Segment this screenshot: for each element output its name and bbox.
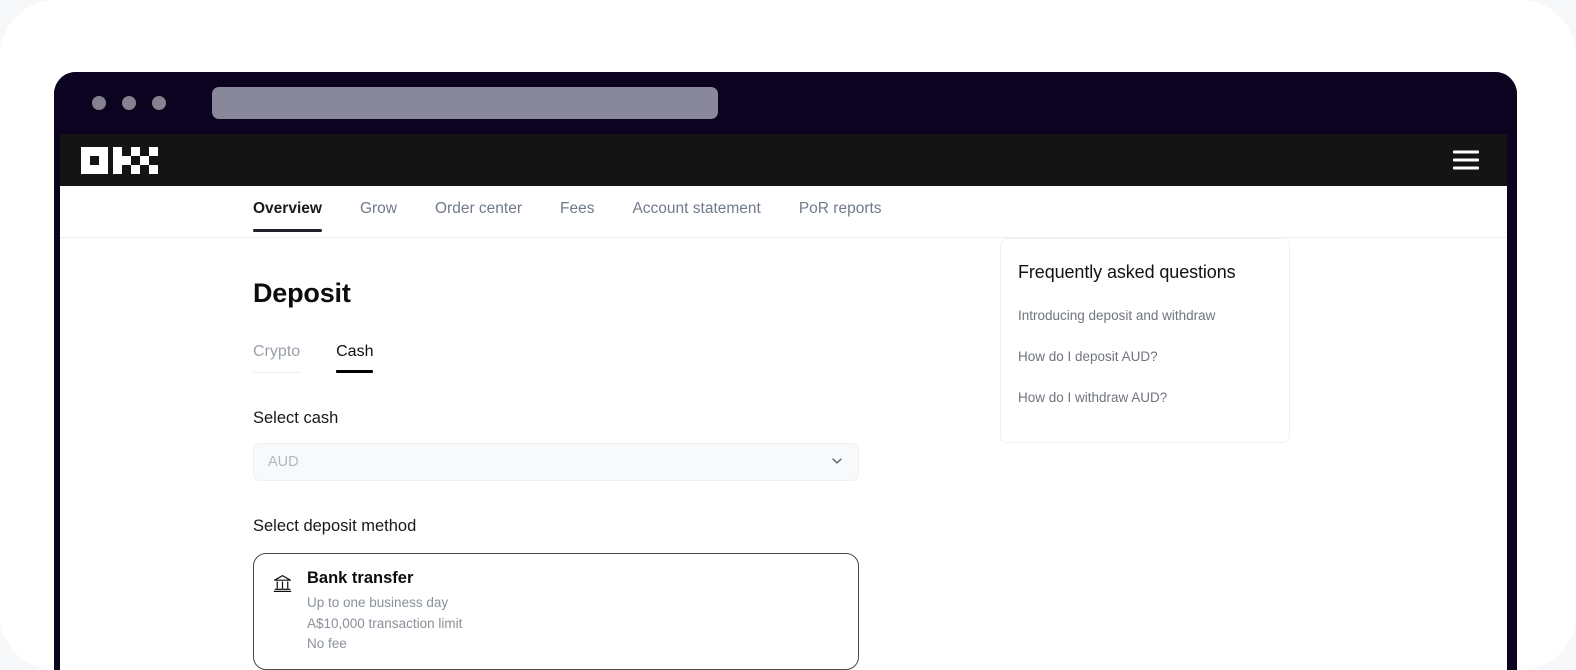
tab-crypto-label: Crypto xyxy=(253,343,301,360)
hamburger-menu-icon[interactable] xyxy=(1453,150,1479,170)
faq-link-how-do-i-withdraw-aud[interactable]: How do I withdraw AUD? xyxy=(1018,390,1269,405)
browser-titlebar xyxy=(54,72,1517,134)
select-deposit-method-label: Select deposit method xyxy=(253,517,417,535)
primary-nav: Overview Grow Order center Fees Account … xyxy=(60,186,1507,238)
bank-icon xyxy=(273,575,292,592)
nav-item-overview[interactable]: Overview xyxy=(253,200,322,232)
deposit-method-detail-processing-time: Up to one business day xyxy=(307,595,449,610)
minimize-window-dot[interactable] xyxy=(122,96,136,110)
select-cash-value: AUD xyxy=(268,454,299,470)
chevron-down-icon xyxy=(832,458,842,464)
nav-item-fees[interactable]: Fees xyxy=(560,200,594,232)
deposit-method-title: Bank transfer xyxy=(307,569,414,587)
tab-cash[interactable]: Cash xyxy=(336,343,374,373)
okx-logo[interactable] xyxy=(81,146,163,174)
hamburger-line-2 xyxy=(1453,158,1479,162)
site-header xyxy=(60,134,1507,186)
nav-item-overview-label: Overview xyxy=(253,200,322,217)
close-window-dot[interactable] xyxy=(92,96,106,110)
nav-item-fees-label: Fees xyxy=(560,200,595,217)
window-traffic-lights xyxy=(92,96,166,110)
faq-title: Frequently asked questions xyxy=(1018,262,1236,282)
nav-item-order-center-label: Order center xyxy=(434,200,522,217)
deposit-method-text: Bank transfer Up to one business day A$1… xyxy=(307,569,462,655)
hamburger-line-1 xyxy=(1453,150,1479,154)
tab-cash-label: Cash xyxy=(336,343,374,360)
faq-panel: Frequently asked questions Introducing d… xyxy=(1000,238,1290,443)
select-cash-dropdown[interactable]: AUD xyxy=(253,443,859,481)
faq-link-how-do-i-deposit-aud[interactable]: How do I deposit AUD? xyxy=(1018,349,1269,364)
nav-item-por-reports[interactable]: PoR reports xyxy=(799,200,882,232)
nav-item-account-statement-label: Account statement xyxy=(632,200,761,217)
deposit-method-bank-transfer[interactable]: Bank transfer Up to one business day A$1… xyxy=(253,553,859,670)
deposit-type-tabs: Crypto Cash xyxy=(253,343,873,373)
maximize-window-dot[interactable] xyxy=(152,96,166,110)
page-title: Deposit xyxy=(253,278,351,308)
tab-crypto[interactable]: Crypto xyxy=(253,343,301,373)
nav-item-grow[interactable]: Grow xyxy=(360,200,397,232)
browser-url-bar[interactable] xyxy=(212,87,718,119)
deposit-main-column: Deposit Crypto Cash Select cash AUD Sele… xyxy=(253,278,873,670)
hamburger-line-3 xyxy=(1453,166,1479,170)
site-body: Overview Grow Order center Fees Account … xyxy=(60,186,1507,670)
nav-item-por-reports-label: PoR reports xyxy=(798,200,882,217)
faq-link-introducing-deposit-and-withdraw[interactable]: Introducing deposit and withdraw xyxy=(1018,308,1269,323)
browser-window: Overview Grow Order center Fees Account … xyxy=(54,72,1517,670)
nav-item-account-statement[interactable]: Account statement xyxy=(632,200,760,232)
page-content: Deposit Crypto Cash Select cash AUD Sele… xyxy=(60,238,1507,670)
deposit-method-detail-fee: No fee xyxy=(307,636,347,652)
select-cash-label: Select cash xyxy=(253,409,339,427)
nav-item-grow-label: Grow xyxy=(359,200,397,217)
deposit-method-detail-limit: A$10,000 transaction limit xyxy=(307,615,463,631)
nav-item-order-center[interactable]: Order center xyxy=(435,200,522,232)
